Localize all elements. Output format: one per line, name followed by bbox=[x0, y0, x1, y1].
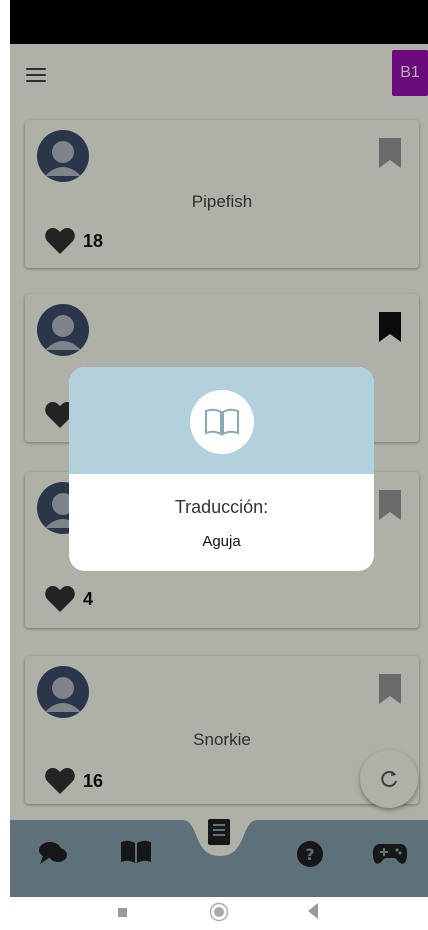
status-bar bbox=[10, 0, 428, 44]
translation-value: Aguja bbox=[202, 533, 241, 550]
system-navigation-bar bbox=[0, 897, 428, 930]
modal-header bbox=[69, 367, 374, 474]
back-icon[interactable] bbox=[307, 903, 319, 919]
home-icon[interactable] bbox=[209, 902, 229, 922]
open-book-icon bbox=[205, 408, 239, 436]
modal-title: Traducción: bbox=[174, 497, 269, 517]
modal-icon-circle bbox=[190, 390, 254, 454]
translation-modal: Traducción: Aguja bbox=[69, 367, 374, 571]
recents-icon[interactable] bbox=[118, 908, 127, 917]
